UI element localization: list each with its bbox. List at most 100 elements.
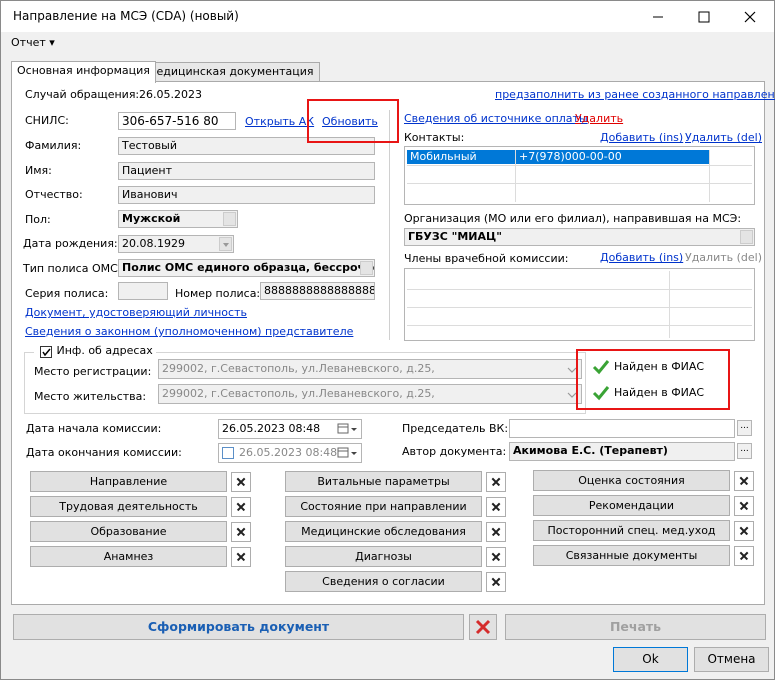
id-document-link[interactable]: Документ, удостоверяющий личность — [25, 306, 247, 319]
organization-select[interactable]: ГБУЗС "МИАЦ" — [404, 228, 755, 246]
registration-address-value: 299002, г.Севастополь, ул.Леваневского, … — [162, 362, 435, 375]
section-button-outside-care[interactable]: Посторонний спец. мед.уход — [533, 520, 730, 541]
clear-recommendations-button[interactable] — [734, 496, 754, 516]
commission-add-link[interactable]: Добавить (ins) — [600, 251, 683, 264]
commission-end-label: Дата окончания комиссии: — [26, 446, 182, 459]
table-gridline — [709, 150, 710, 202]
commission-delete-link: Удалить (del) — [685, 251, 763, 264]
clear-education-button[interactable] — [231, 522, 251, 542]
clear-anamnesis-button[interactable] — [231, 547, 251, 567]
close-button[interactable] — [727, 1, 773, 32]
section-button-condition[interactable]: Состояние при направлении — [285, 496, 482, 517]
commission-end-checkbox[interactable] — [222, 447, 234, 459]
tab-main-info[interactable]: Основная информация — [11, 61, 156, 83]
commission-start-value: 26.05.2023 08:48 — [222, 422, 321, 435]
maximize-icon — [698, 11, 710, 22]
tab-medical-docs[interactable]: Медицинская документация — [141, 62, 320, 82]
prefill-link[interactable]: предзаполнить из ранее созданного направ… — [495, 88, 775, 101]
contacts-delete-link[interactable]: Удалить (del) — [685, 131, 762, 144]
snils-input[interactable]: 306-657-516 80 — [118, 112, 236, 130]
main-info-panel: Случай обращения: 26.05.2023 предзаполни… — [11, 81, 775, 605]
contact-type-cell[interactable]: Мобильный теле... — [407, 150, 515, 177]
section-button-referral[interactable]: Направление — [30, 471, 227, 492]
commission-start-field[interactable]: 26.05.2023 08:48 — [218, 419, 362, 439]
contacts-table[interactable]: Мобильный теле... +7(978)000-00-00 — [404, 146, 755, 205]
registration-label: Место регистрации: — [34, 365, 152, 378]
open-ak-link[interactable]: Открыть АК — [245, 115, 314, 128]
policy-series-field[interactable] — [118, 282, 168, 300]
table-gridline — [669, 271, 670, 338]
section-button-consent[interactable]: Сведения о согласии — [285, 571, 482, 592]
clear-linked-docs-button[interactable] — [734, 546, 754, 566]
sex-dropdown-icon — [223, 212, 236, 226]
delete-document-button[interactable] — [469, 614, 497, 640]
contacts-add-link[interactable]: Добавить (ins) — [600, 131, 683, 144]
cancel-button[interactable]: Отмена — [694, 647, 769, 672]
policy-series-label: Серия полиса: — [25, 287, 109, 300]
dialog-window: Направление на МСЭ (CDA) (новый) Отчет ▾… — [0, 0, 775, 680]
sex-select[interactable]: Мужской — [118, 210, 238, 228]
table-gridline — [407, 165, 752, 166]
section-button-employment[interactable]: Трудовая деятельность — [30, 496, 227, 517]
author-label: Автор документа: — [402, 445, 507, 458]
policy-type-value: Полис ОМС единого образца, бессрочно — [122, 261, 375, 274]
clear-vitals-button[interactable] — [486, 472, 506, 492]
section-button-anamnesis[interactable]: Анамнез — [30, 546, 227, 567]
addresses-checkbox[interactable] — [40, 346, 52, 358]
section-button-vitals[interactable]: Витальные параметры — [285, 471, 482, 492]
residence-address-field[interactable]: 299002, г.Севастополь, ул.Леваневского, … — [158, 384, 582, 404]
snils-label: СНИЛС: — [25, 114, 69, 127]
chair-select-button[interactable]: ... — [737, 420, 752, 436]
maximize-button[interactable] — [681, 1, 727, 32]
clear-consent-button[interactable] — [486, 572, 506, 592]
menu-bar: Отчет ▾ — [1, 32, 774, 54]
section-button-education[interactable]: Образование — [30, 521, 227, 542]
minimize-button[interactable] — [635, 1, 681, 32]
minimize-icon — [653, 16, 663, 17]
policy-type-select[interactable]: Полис ОМС единого образца, бессрочно — [118, 259, 375, 277]
contact-value-cell[interactable]: +7(978)000-00-00 — [516, 150, 709, 164]
generate-document-button[interactable]: Сформировать документ — [13, 614, 464, 640]
section-button-recommendations[interactable]: Рекомендации — [533, 495, 730, 516]
policy-number-field[interactable]: 8888888888888888 — [260, 282, 375, 300]
clear-diagnoses-button[interactable] — [486, 547, 506, 567]
patronymic-field[interactable]: Иванович — [118, 186, 375, 204]
table-gridline — [407, 289, 752, 290]
delete-x-icon — [475, 619, 491, 635]
table-gridline — [407, 183, 752, 184]
author-field[interactable]: Акимова Е.С. (Терапевт) — [509, 442, 735, 461]
clear-assessment-button[interactable] — [734, 471, 754, 491]
section-button-linked-docs[interactable]: Связанные документы — [533, 545, 730, 566]
section-button-diagnoses[interactable]: Диагнозы — [285, 546, 482, 567]
birth-label: Дата рождения: — [23, 237, 118, 250]
section-button-examinations[interactable]: Медицинские обследования — [285, 521, 482, 542]
highlight-refresh — [307, 99, 399, 143]
addresses-checkbox-label: Инф. об адресах — [56, 344, 153, 357]
ok-button[interactable]: Ok — [613, 647, 688, 672]
calendar-icon — [337, 447, 357, 458]
menu-report[interactable]: Отчет ▾ — [11, 36, 55, 49]
print-button[interactable]: Печать — [505, 614, 766, 640]
author-select-button[interactable]: ... — [737, 443, 752, 459]
commission-end-field[interactable]: 26.05.2023 08:48 — [218, 443, 362, 463]
name-field[interactable]: Пациент — [118, 162, 375, 180]
patronymic-label: Отчество: — [25, 188, 83, 201]
clear-employment-button[interactable] — [231, 497, 251, 517]
residence-label: Место жительства: — [34, 390, 147, 403]
payment-source-link[interactable]: Сведения об источнике оплаты — [404, 112, 588, 125]
birth-date-field[interactable]: 20.08.1929 — [118, 235, 234, 253]
clear-examinations-button[interactable] — [486, 522, 506, 542]
section-button-assessment[interactable]: Оценка состояния — [533, 470, 730, 491]
clear-referral-button[interactable] — [231, 472, 251, 492]
contacts-label: Контакты: — [404, 131, 465, 144]
payment-delete-link[interactable]: Удалить — [575, 112, 623, 125]
clear-outside-care-button[interactable] — [734, 521, 754, 541]
title-bar: Направление на МСЭ (CDA) (новый) — [1, 1, 774, 32]
policy-type-label: Тип полиса ОМС: — [23, 262, 122, 275]
commission-table[interactable] — [404, 268, 755, 341]
chair-field[interactable] — [509, 419, 735, 438]
representative-link[interactable]: Сведения о законном (уполномоченном) пре… — [25, 325, 353, 338]
clear-condition-button[interactable] — [486, 497, 506, 517]
registration-address-field[interactable]: 299002, г.Севастополь, ул.Леваневского, … — [158, 359, 582, 379]
birth-date-dropdown-icon — [219, 237, 232, 251]
